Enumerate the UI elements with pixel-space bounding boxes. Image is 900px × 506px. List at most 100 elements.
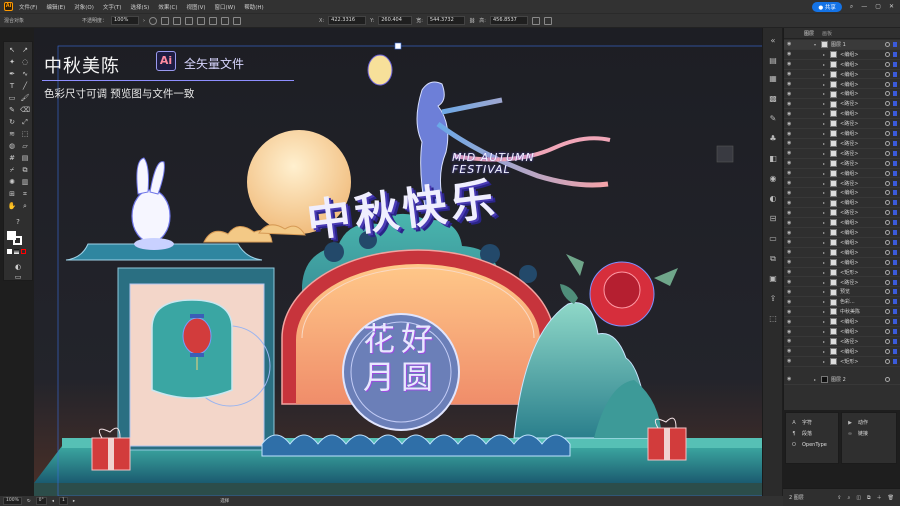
chevron-right-icon[interactable]: ▸ [814,377,816,382]
target-icon[interactable] [885,160,890,166]
target-icon[interactable] [885,61,890,67]
chevron-right-icon[interactable]: ▸ [823,161,825,166]
eye-icon[interactable]: ◉ [787,279,791,285]
menu-view[interactable]: 视图(V) [186,3,205,11]
target-icon[interactable] [885,121,890,127]
layer-row[interactable]: ◉ ▸ 色彩... [784,298,900,308]
chevron-right-icon[interactable]: ▸ [823,299,825,304]
canvas[interactable]: 中秋美陈 Ai 全矢量文件 色彩尺寸可调 预览图与文件一致 MID AUTUMN… [34,28,782,496]
layer-row[interactable]: ◉ ▸ <编组> [784,129,900,139]
h-field[interactable]: 456.8537 [489,16,528,25]
chevron-right-icon[interactable]: ▸ [823,91,825,96]
menu-edit[interactable]: 编辑(E) [46,3,65,11]
layer-row[interactable]: ◉ ▸ <编组> [784,228,900,238]
shape-builder-icon[interactable]: ◍ [7,141,17,151]
comments-icon[interactable]: ▭ [768,234,778,244]
pencil-icon[interactable]: ✎ [7,105,17,115]
direct-selection-tool-icon[interactable]: ↗ [20,45,30,55]
artboard-field[interactable]: 1 [59,497,68,505]
eye-icon[interactable]: ◉ [787,111,791,117]
link-icon[interactable]: ⛓ [469,18,475,24]
eye-icon[interactable]: ◉ [787,160,791,166]
stroke-swatch[interactable] [13,236,22,245]
rotate-icon[interactable]: ↻ [7,117,17,127]
layer-row[interactable]: ◉ ▸ 中秋美陈 [784,307,900,318]
layer-row[interactable]: ◉ ▸ <编组> [784,90,900,100]
symbol-sprayer-icon[interactable]: ✺ [7,177,17,187]
target-icon[interactable] [885,91,890,97]
eye-icon[interactable]: ◉ [787,220,791,226]
eye-icon[interactable]: ◉ [787,131,791,137]
lasso-icon[interactable]: ◌ [20,57,30,67]
eyedropper-icon[interactable]: ⌿ [7,165,17,175]
target-icon[interactable] [885,249,890,255]
chevron-right-icon[interactable]: ▸ [823,171,825,176]
layer-row[interactable]: ◉ ▸ <编组> [784,238,900,248]
brushes-icon[interactable]: ✎ [768,114,778,124]
share-button[interactable]: ● 共享 [812,1,842,12]
eye-icon[interactable]: ◉ [787,140,791,146]
angle-field[interactable]: 0° [35,497,47,505]
chevron-down-icon[interactable]: ▾ [814,42,816,47]
trash-icon[interactable]: 🗑 [888,495,894,501]
artboards-icon[interactable]: ▣ [768,274,778,284]
layer-row[interactable]: ◉ ▾ 图层 1 [784,40,900,50]
chevron-right-icon[interactable]: ▸ [823,230,825,235]
paragraph-panel-item[interactable]: ¶ 段落 [790,428,834,439]
pathfinder-icon[interactable]: ⧉ [768,254,778,264]
eye-icon[interactable]: ◉ [787,121,791,127]
layer-row[interactable]: ◉ ▸ <矩形> [784,357,900,367]
chevron-right-icon[interactable]: ▸ [823,52,825,57]
opentype-panel-item[interactable]: O OpenType [790,439,834,450]
target-icon[interactable] [885,358,890,364]
eye-icon[interactable]: ◉ [787,348,791,354]
align-icon[interactable] [161,16,170,25]
rotate-view-icon[interactable]: ↻ [27,499,31,504]
eye-icon[interactable]: ◉ [787,71,791,77]
curvature-icon[interactable]: ∿ [20,69,30,79]
chevron-right-icon[interactable]: ▸ [823,62,825,67]
help-icon[interactable]: ? [13,217,23,227]
target-icon[interactable] [885,170,890,176]
tab-layers[interactable]: 图层 [804,30,814,37]
properties-icon[interactable]: ▤ [768,56,778,66]
slice-icon[interactable]: ⌗ [20,189,30,199]
layer-row[interactable]: ◉ ▸ <编组> [784,50,900,60]
target-icon[interactable] [885,101,890,107]
chevron-right-icon[interactable]: ▸ [823,151,825,156]
chevron-down-icon[interactable]: › [143,18,145,24]
target-icon[interactable] [885,150,890,156]
chevron-right-icon[interactable]: ▸ [823,131,825,136]
prev-artboard-icon[interactable]: ◂ [52,499,54,504]
align-center-icon[interactable] [173,16,182,25]
hand-icon[interactable]: ✋ [7,201,17,211]
app-logo-icon[interactable]: Ai [4,2,13,11]
target-icon[interactable] [885,259,890,265]
chevron-right-icon[interactable]: ▸ [823,270,825,275]
layer-row[interactable]: ◉ ▸ <编组> [784,109,900,120]
layer-row[interactable]: ◉ ▸ <编组> [784,189,900,199]
appearance-icon[interactable]: ◉ [768,174,778,184]
new-sublayer-icon[interactable]: ⧉ [867,495,871,501]
character-panel-item[interactable]: A 字符 [790,417,834,428]
eye-icon[interactable]: ◉ [787,309,791,315]
align-panel-icon[interactable]: ⊟ [768,214,778,224]
eye-icon[interactable]: ◉ [787,259,791,265]
chevron-right-icon[interactable]: ▸ [823,111,825,116]
type-tool-icon[interactable]: T [7,81,17,91]
paintbrush-icon[interactable]: 🖌 [20,93,30,103]
chevron-right-icon[interactable]: ▸ [823,319,825,324]
clipping-mask-icon[interactable]: ◫ [856,495,861,501]
chevron-right-icon[interactable]: ▸ [823,359,825,364]
target-icon[interactable] [885,338,890,344]
align-bottom-icon[interactable] [221,16,230,25]
layer-row[interactable]: ◉ ▸ <编组> [784,70,900,80]
eye-icon[interactable]: ◉ [787,51,791,57]
chevron-right-icon[interactable]: ▸ [823,289,825,294]
eye-icon[interactable]: ◉ [787,319,791,325]
eye-icon[interactable]: ◉ [787,210,791,216]
target-icon[interactable] [885,41,890,47]
selection-tool-icon[interactable]: ↖ [7,45,17,55]
chevron-right-icon[interactable]: ▸ [823,260,825,265]
blend-icon[interactable]: ⧉ [20,165,30,175]
